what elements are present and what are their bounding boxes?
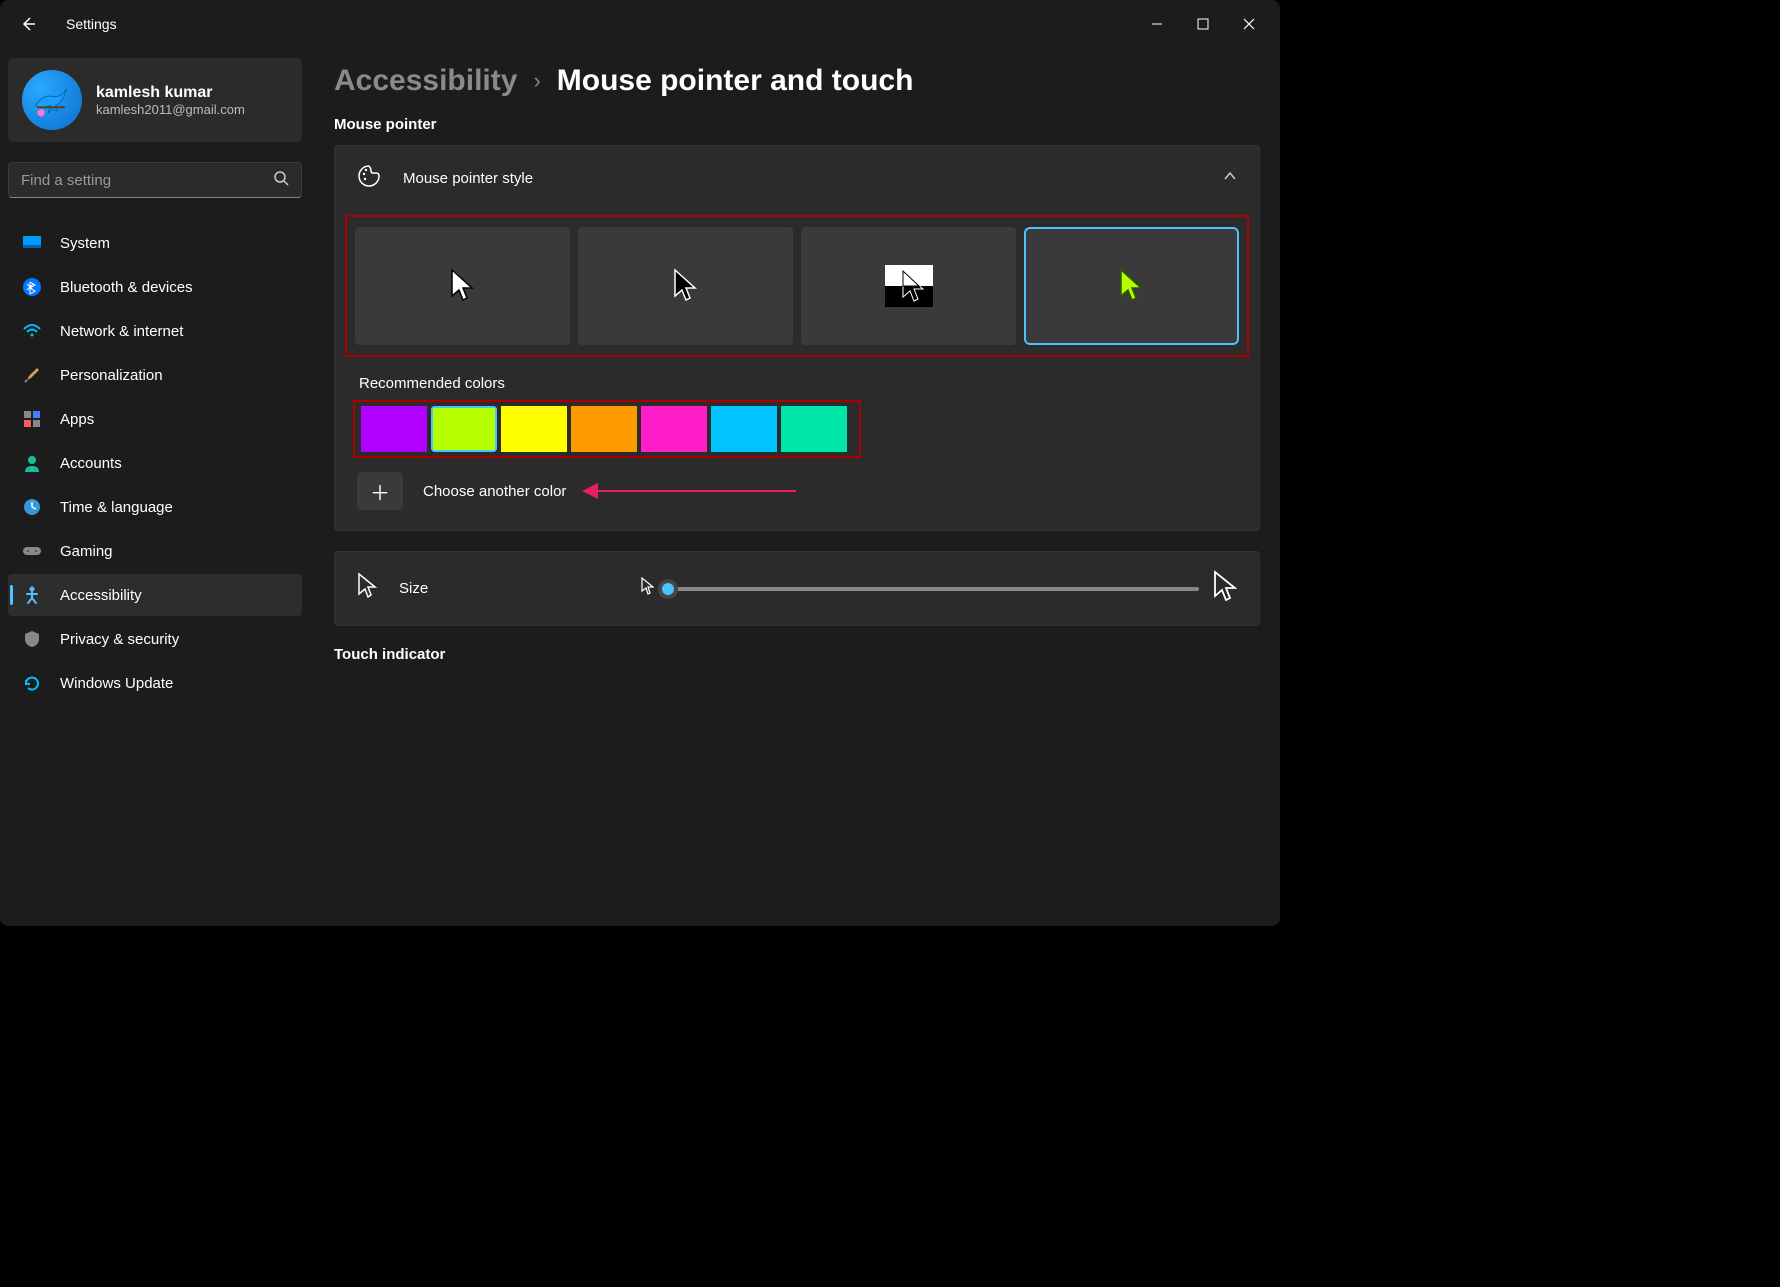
size-card: Size: [334, 551, 1260, 626]
maximize-icon: [1197, 18, 1209, 30]
nav-label: Windows Update: [60, 675, 173, 692]
annotation-arrow: [596, 490, 796, 492]
display-icon: [22, 233, 42, 253]
chevron-up-icon: [1223, 169, 1237, 188]
cursor-icon: [357, 572, 377, 605]
wifi-icon: [22, 321, 42, 341]
person-icon: [22, 453, 42, 473]
nav-windows-update[interactable]: Windows Update: [8, 662, 302, 704]
window-title: Settings: [66, 16, 117, 32]
color-swatch-2[interactable]: [501, 406, 567, 452]
section-touch-indicator: Touch indicator: [334, 646, 1260, 663]
nav-gaming[interactable]: Gaming: [8, 530, 302, 572]
nav-label: Gaming: [60, 543, 113, 560]
palette-icon: [357, 164, 381, 193]
nav-label: Personalization: [60, 367, 163, 384]
pointer-style-label: Mouse pointer style: [403, 170, 1201, 187]
slider-thumb[interactable]: [658, 579, 678, 599]
plus-icon: ＋: [370, 477, 390, 506]
nav-label: Accessibility: [60, 587, 142, 604]
update-icon: [22, 673, 42, 693]
arrow-left-icon: [20, 16, 36, 32]
maximize-button[interactable]: [1180, 8, 1226, 40]
accessibility-icon: [22, 585, 42, 605]
nav-network[interactable]: Network & internet: [8, 310, 302, 352]
search-input[interactable]: [21, 172, 273, 189]
bluetooth-icon: [22, 277, 42, 297]
nav-label: System: [60, 235, 110, 252]
main-content: Accessibility › Mouse pointer and touch …: [310, 48, 1280, 926]
recommended-colors: [353, 400, 861, 458]
nav-time-language[interactable]: Time & language: [8, 486, 302, 528]
color-swatch-0[interactable]: [361, 406, 427, 452]
nav-label: Time & language: [60, 499, 173, 516]
brush-icon: [22, 365, 42, 385]
choose-color-row: ＋ Choose another color: [345, 472, 1249, 510]
profile-card[interactable]: kamlesh kumar kamlesh2011@gmail.com: [8, 58, 302, 142]
sidebar: kamlesh kumar kamlesh2011@gmail.com Syst…: [0, 48, 310, 926]
pointer-style-custom[interactable]: [1024, 227, 1239, 345]
titlebar: Settings: [0, 0, 1280, 48]
cursor-small-icon: [640, 576, 654, 601]
nav-label: Apps: [60, 411, 94, 428]
nav-list: System Bluetooth & devices Network & int…: [8, 222, 302, 704]
back-button[interactable]: [8, 4, 48, 44]
search-box[interactable]: [8, 162, 302, 198]
color-swatch-1[interactable]: [431, 406, 497, 452]
chevron-right-icon: ›: [533, 68, 540, 94]
pointer-style-inverted[interactable]: [801, 227, 1016, 345]
breadcrumb: Accessibility › Mouse pointer and touch: [334, 64, 1260, 98]
user-email: kamlesh2011@gmail.com: [96, 102, 245, 117]
color-swatch-6[interactable]: [781, 406, 847, 452]
color-swatch-3[interactable]: [571, 406, 637, 452]
color-swatch-5[interactable]: [711, 406, 777, 452]
close-icon: [1243, 18, 1255, 30]
page-title: Mouse pointer and touch: [557, 64, 914, 98]
choose-color-button[interactable]: ＋: [357, 472, 403, 510]
nav-accessibility[interactable]: Accessibility: [8, 574, 302, 616]
user-name: kamlesh kumar: [96, 84, 245, 102]
cursor-large-icon: [1213, 570, 1237, 607]
section-mouse-pointer: Mouse pointer: [334, 116, 1260, 133]
nav-label: Privacy & security: [60, 631, 179, 648]
nav-privacy[interactable]: Privacy & security: [8, 618, 302, 660]
nav-label: Bluetooth & devices: [60, 279, 193, 296]
choose-color-label: Choose another color: [423, 483, 566, 500]
breadcrumb-parent[interactable]: Accessibility: [334, 64, 517, 98]
nav-system[interactable]: System: [8, 222, 302, 264]
apps-icon: [22, 409, 42, 429]
size-slider[interactable]: [668, 587, 1199, 591]
gamepad-icon: [22, 541, 42, 561]
pointer-style-black[interactable]: [578, 227, 793, 345]
minimize-icon: [1151, 18, 1163, 30]
clock-icon: [22, 497, 42, 517]
pointer-style-white[interactable]: [355, 227, 570, 345]
nav-apps[interactable]: Apps: [8, 398, 302, 440]
nav-label: Network & internet: [60, 323, 183, 340]
shield-icon: [22, 629, 42, 649]
nav-personalization[interactable]: Personalization: [8, 354, 302, 396]
settings-window: Settings kamlesh kumar kamlesh2011@gmail…: [0, 0, 1280, 926]
color-swatch-4[interactable]: [641, 406, 707, 452]
close-button[interactable]: [1226, 8, 1272, 40]
nav-label: Accounts: [60, 455, 122, 472]
pointer-style-card: Mouse pointer style: [334, 145, 1260, 531]
nav-bluetooth[interactable]: Bluetooth & devices: [8, 266, 302, 308]
minimize-button[interactable]: [1134, 8, 1180, 40]
pointer-style-header[interactable]: Mouse pointer style: [335, 146, 1259, 211]
avatar: [22, 70, 82, 130]
size-label: Size: [399, 580, 428, 597]
search-icon: [273, 170, 289, 191]
nav-accounts[interactable]: Accounts: [8, 442, 302, 484]
pointer-style-options: [345, 215, 1249, 357]
recommended-colors-label: Recommended colors: [345, 375, 1249, 392]
